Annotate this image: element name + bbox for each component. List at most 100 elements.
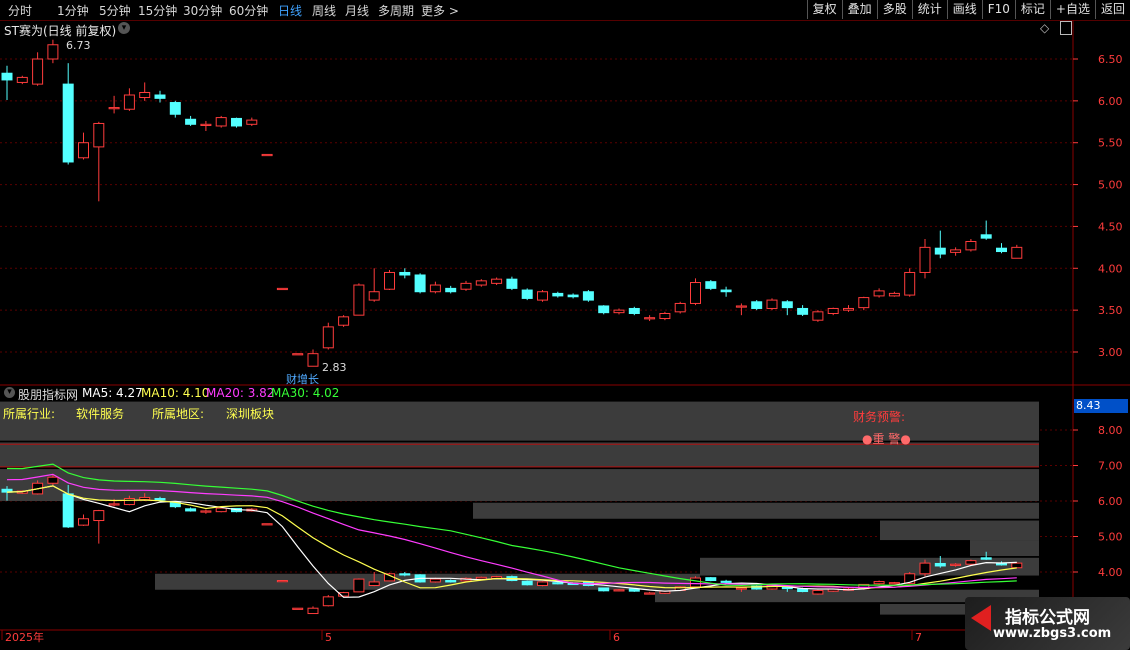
period-tab-0[interactable]: 分时 xyxy=(8,2,32,19)
ind-candle-body-5 xyxy=(78,518,89,526)
ind-candle-body-12 xyxy=(185,508,197,512)
ind-candle-body-45 xyxy=(690,577,701,588)
candle-body-2 xyxy=(32,58,44,85)
candle-body-7 xyxy=(108,107,120,110)
ind-candle-body-17 xyxy=(261,523,273,526)
ind-candle-body-52 xyxy=(797,588,809,593)
watermark-arrow-icon xyxy=(971,605,991,631)
ind-candle-body-39 xyxy=(598,587,610,592)
ind-candle-body-60 xyxy=(919,562,931,575)
candle-body-27 xyxy=(414,274,426,293)
ind-candle-body-28 xyxy=(429,578,441,583)
event-label[interactable]: 财增长 xyxy=(286,371,319,387)
toolbar-button-0[interactable]: 复权 xyxy=(806,0,842,19)
price-tick-1: 6.00 xyxy=(1098,95,1123,108)
diamond-icon[interactable]: ◇ xyxy=(1040,21,1049,35)
candle-body-24 xyxy=(368,291,380,301)
industry-label: 所属行业: xyxy=(3,407,56,421)
toolbar-button-3[interactable]: 统计 xyxy=(911,0,947,19)
watermark: 指标公式网 www.zbgs3.com xyxy=(965,597,1130,650)
candle-body-58 xyxy=(888,292,900,297)
candle-body-37 xyxy=(567,294,579,298)
candle-body-50 xyxy=(766,299,778,309)
period-tab-6[interactable]: 日线 xyxy=(278,2,302,19)
ind-candle-body-29 xyxy=(445,580,457,583)
ind-candle-body-47 xyxy=(720,580,732,583)
ind-candle-body-10 xyxy=(154,498,166,501)
ind-candle-body-48 xyxy=(735,587,747,590)
ind-candle-body-23 xyxy=(353,578,365,593)
ind-tick-0: 8.00 xyxy=(1098,424,1123,437)
indicator-name[interactable]: 股朋指标网 xyxy=(18,386,78,403)
price-tick-3: 5.00 xyxy=(1098,179,1123,192)
warning-dot-right: ● xyxy=(900,432,911,446)
title-dropdown-icon[interactable]: ▾ xyxy=(118,22,130,34)
ind-candle-body-46 xyxy=(705,577,717,582)
toolbar-button-4[interactable]: 画线 xyxy=(946,0,982,19)
candle-body-20 xyxy=(307,353,319,367)
toolbar-button-5[interactable]: F10 xyxy=(981,0,1015,19)
ind-tick-4: 4.00 xyxy=(1098,566,1123,579)
candle-body-46 xyxy=(705,281,717,289)
candle-body-39 xyxy=(598,305,610,314)
candle-body-21 xyxy=(322,326,334,349)
candle-body-22 xyxy=(338,316,350,326)
ind-candle-body-42 xyxy=(644,592,656,595)
price-tick-7: 3.00 xyxy=(1098,346,1123,359)
period-tab-3[interactable]: 15分钟 xyxy=(138,2,177,19)
ind-candle-body-19 xyxy=(292,607,304,610)
candle-body-41 xyxy=(628,307,640,314)
toolbar-button-8[interactable]: 返回 xyxy=(1094,0,1130,19)
candle-body-14 xyxy=(215,117,227,127)
ma30-label: MA30: 4.02 xyxy=(271,386,340,400)
candle-body-19 xyxy=(292,353,304,356)
period-tab-5[interactable]: 60分钟 xyxy=(229,2,268,19)
candle-body-61 xyxy=(934,247,946,255)
period-tab-9[interactable]: 多周期 xyxy=(378,2,414,19)
candle-body-16 xyxy=(246,119,258,125)
price-tick-6: 3.50 xyxy=(1098,304,1123,317)
candle-body-0 xyxy=(1,72,13,81)
industry-value: 软件服务 xyxy=(76,407,125,421)
indicator-dropdown-icon[interactable]: ▾ xyxy=(4,387,15,398)
date-tick-2: 6 xyxy=(613,631,620,644)
ind-tick-3: 5.00 xyxy=(1098,531,1123,544)
date-tick-0: 2025年 xyxy=(5,630,44,644)
candle-body-54 xyxy=(827,307,839,314)
panel-toggle-icon[interactable] xyxy=(1060,21,1072,35)
candle-body-8 xyxy=(123,94,135,110)
period-tab-1[interactable]: 1分钟 xyxy=(57,2,89,19)
candle-body-28 xyxy=(429,284,441,293)
period-tab-10[interactable]: 更多 > xyxy=(421,2,459,19)
indicator-bar-6 xyxy=(700,557,1039,576)
price-chart[interactable]: 6.50 6.00 5.50 5.00 4.50 4.00 3.50 3.00 8.00 7.00… xyxy=(0,20,1130,650)
toolbar-button-2[interactable]: 多股 xyxy=(876,0,912,19)
candle-body-12 xyxy=(185,118,197,125)
warning-label: 财务预警: xyxy=(853,410,906,424)
period-tab-7[interactable]: 周线 xyxy=(312,2,336,19)
candle-body-47 xyxy=(720,289,732,293)
date-tick-3: 7 xyxy=(915,631,922,644)
candle-body-57 xyxy=(873,290,885,297)
ma5-label: MA5: 4.27 xyxy=(82,386,143,400)
toolbar-button-1[interactable]: 叠加 xyxy=(841,0,877,19)
ind-candle-body-34 xyxy=(521,580,533,586)
candlesticks xyxy=(1,39,1023,367)
period-tab-2[interactable]: 5分钟 xyxy=(99,2,131,19)
high-price-marker: 6.73 xyxy=(66,39,91,52)
region-label: 所属地区: xyxy=(152,407,205,421)
watermark-url: www.zbgs3.com xyxy=(993,626,1112,641)
candle-body-9 xyxy=(139,91,151,99)
candle-body-35 xyxy=(537,291,548,301)
indicator-bar-4 xyxy=(880,520,1039,541)
candle-body-55 xyxy=(843,307,854,311)
toolbar-button-6[interactable]: 标记 xyxy=(1014,0,1050,19)
candle-body-63 xyxy=(965,240,977,251)
ind-candle-body-58 xyxy=(888,582,900,585)
ind-candle-body-62 xyxy=(950,563,962,566)
ind-candle-body-61 xyxy=(934,562,946,567)
period-tab-8[interactable]: 月线 xyxy=(345,2,369,19)
candle-body-45 xyxy=(690,282,701,304)
period-tab-4[interactable]: 30分钟 xyxy=(183,2,222,19)
toolbar-button-7[interactable]: +自选 xyxy=(1049,0,1095,19)
